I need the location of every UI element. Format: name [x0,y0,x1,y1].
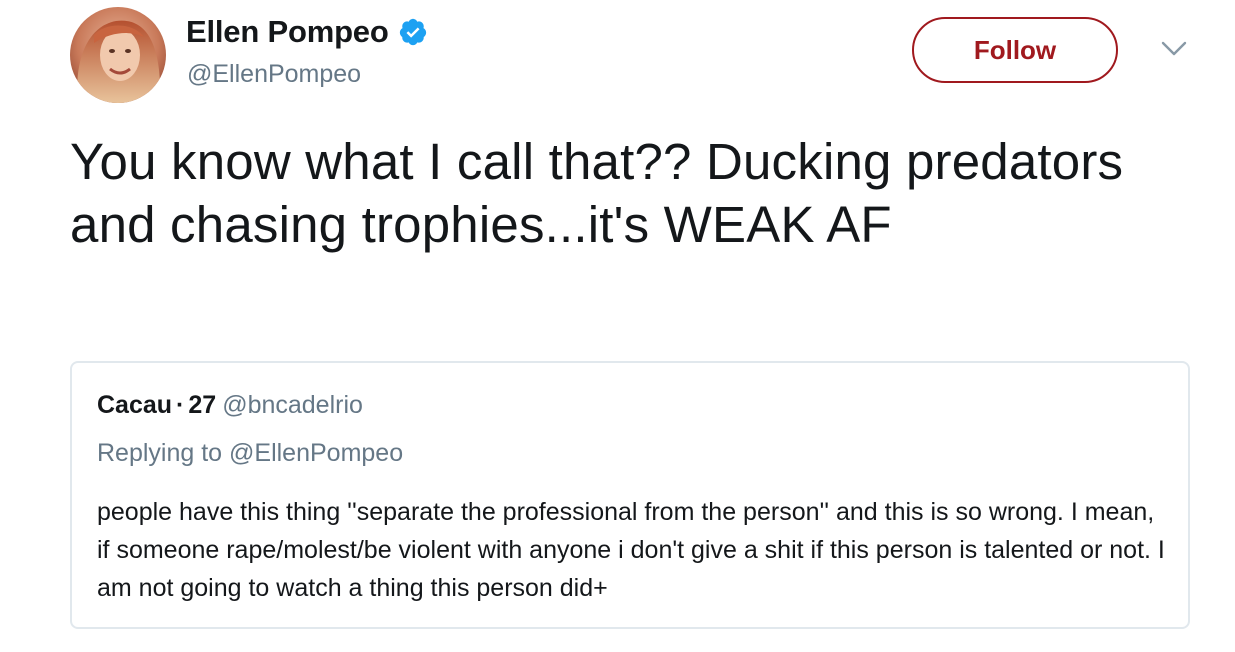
author-handle[interactable]: @EllenPompeo [187,60,361,89]
follow-button[interactable]: Follow [912,17,1118,83]
quoted-tweet-header: Cacau · 27 @bncadelrio [97,391,363,420]
verified-badge-icon [398,17,428,47]
quoted-separator: · [176,391,185,419]
author-display-name[interactable]: Ellen Pompeo [186,14,389,50]
quoted-author-age: 27 [188,391,217,419]
avatar[interactable] [70,7,166,103]
author-name-row: Ellen Pompeo [186,12,428,52]
replying-to: Replying to @EllenPompeo [97,439,404,467]
quoted-tweet-card[interactable]: Cacau · 27 @bncadelrio Replying to @EllenPo… [70,361,1190,629]
chevron-down-icon[interactable] [1161,41,1187,57]
tweet-text: You know what I call that?? Ducking pred… [70,133,1124,253]
quoted-author-name: Cacau [97,391,173,419]
quoted-author-handle: @bncadelrio [222,391,363,419]
avatar-image [70,7,166,103]
quoted-tweet-text: people have this thing ''separate the pr… [97,498,1165,602]
